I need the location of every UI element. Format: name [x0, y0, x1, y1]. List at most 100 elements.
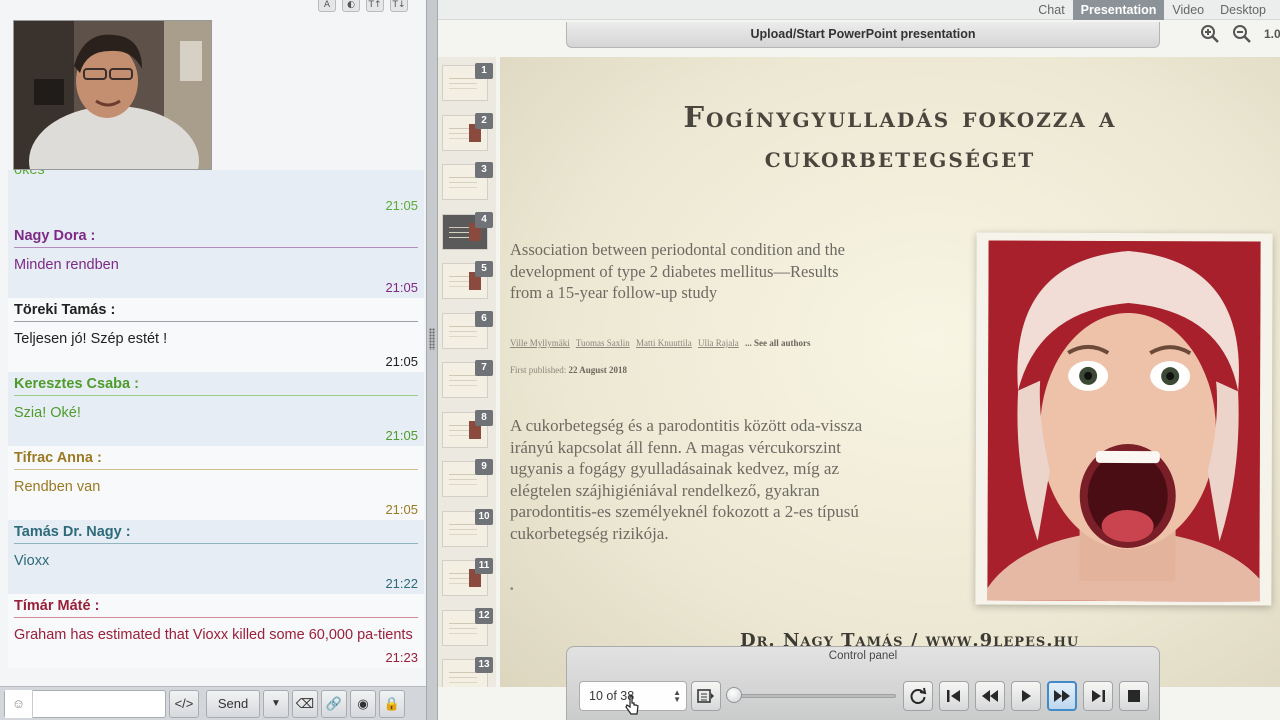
slide-thumbnail[interactable]: 4 — [442, 211, 493, 250]
slide-thumbnail[interactable]: 3 — [442, 162, 493, 200]
slide-thumbnail[interactable]: 7 — [442, 360, 493, 398]
thumbnail-number: 11 — [475, 558, 493, 574]
play-icon — [1022, 690, 1031, 702]
message-author: Keresztes Csaba : — [14, 372, 418, 396]
slide-thumbnail[interactable]: 9 — [442, 459, 493, 497]
tab-desktop[interactable]: Desktop — [1212, 0, 1274, 20]
chat-message: Tamás Dr. Nagy : Vioxx 21:22 — [8, 520, 424, 594]
slide-thumbnail[interactable]: 10 — [442, 508, 493, 547]
send-button[interactable]: Send — [206, 689, 260, 718]
message-text: Vioxx — [14, 553, 50, 569]
play-button[interactable] — [1011, 681, 1041, 711]
thumbnail-number: 10 — [475, 508, 493, 525]
slide-thumbnail[interactable]: 5 — [442, 261, 493, 299]
first-slide-button[interactable] — [939, 681, 969, 711]
panel-divider[interactable] — [426, 0, 438, 720]
slide-thumbnail[interactable]: 8 — [442, 409, 493, 448]
message-author: Töreki Tamás : — [14, 298, 418, 322]
slide-thumbnail[interactable]: 1 — [442, 63, 493, 101]
webcam-video — [13, 20, 212, 170]
reload-button[interactable] — [903, 681, 933, 711]
message-text: Graham has estimated that Vioxx killed s… — [14, 627, 413, 643]
paper-title: Association between periodontal conditio… — [510, 240, 845, 302]
message-text: Minden rendben — [14, 257, 119, 273]
message-time: 21:23 — [385, 650, 418, 665]
code-icon[interactable]: </> — [169, 689, 199, 718]
message-time: 21:05 — [385, 428, 418, 443]
stop-button[interactable] — [1119, 681, 1149, 711]
upload-presentation-button[interactable]: Upload/Start PowerPoint presentation — [566, 22, 1160, 48]
chat-input[interactable]: ☺ — [4, 689, 166, 718]
text-decrease-icon[interactable]: T↓ — [390, 0, 408, 12]
thumbnail-number: 6 — [475, 310, 493, 327]
thumbnail-preview — [449, 177, 477, 178]
message-time: 21:05 — [385, 354, 418, 369]
thumbnail-preview — [449, 325, 477, 327]
message-time: 21:05 — [385, 198, 418, 213]
zoom-out-icon[interactable] — [1232, 24, 1252, 44]
zoom-in-icon[interactable] — [1200, 24, 1220, 44]
progress-slider-handle[interactable] — [726, 687, 742, 703]
list-item: okés 21:05 — [8, 170, 424, 224]
message-author: Nagy Dora : — [14, 224, 418, 248]
stepper-arrows-icon: ▲ ▼ — [673, 688, 681, 704]
author-link: Ville Myllymäki — [510, 338, 570, 348]
thumbnail-number: 7 — [475, 360, 493, 376]
thumbnail-preview — [449, 474, 477, 475]
chat-message: Nagy Dora : Minden rendben 21:05 — [8, 224, 424, 298]
message-text: Rendben van — [14, 479, 101, 495]
slide-thumbnail[interactable]: 11 — [442, 558, 493, 596]
font-style-icon[interactable]: A — [318, 0, 336, 12]
notes-icon — [697, 689, 714, 703]
author-link: Tuomas Saxlin — [575, 338, 630, 348]
thumbnail-number: 1 — [475, 63, 493, 79]
tab-chat[interactable]: Chat — [1030, 0, 1072, 20]
slide-thumbnail[interactable]: 12 — [442, 607, 493, 646]
next-slide-button[interactable] — [1047, 681, 1077, 711]
slide-body-text: A cukorbetegség és a parodontitis között… — [510, 416, 863, 543]
text-increase-icon[interactable]: T↑ — [366, 0, 384, 12]
thumbnail-preview — [449, 523, 477, 525]
thumbnail-preview — [449, 375, 477, 376]
chat-input-bar: ☺ </> Send ▼ ⌫ 🔗 ◉ 🔒 — [0, 686, 426, 720]
screaming-woman-photo — [987, 240, 1261, 602]
slide-thumbnail[interactable]: 13 — [442, 657, 493, 687]
slide-thumbnail[interactable]: 2 — [442, 112, 493, 151]
progress-slider[interactable] — [732, 694, 896, 698]
stop-icon — [1128, 690, 1140, 702]
chat-message-list: okés 21:05 Nagy Dora : Minden rendben 21:0… — [8, 170, 424, 686]
thumbnail-preview — [449, 78, 477, 79]
message-author: Tamás Dr. Nagy : — [14, 520, 418, 544]
slide-bullet: • — [510, 584, 514, 595]
published-label: First published: — [510, 365, 567, 375]
tab-video[interactable]: Video — [1164, 0, 1212, 20]
send-options-dropdown-icon[interactable]: ▼ — [263, 689, 289, 718]
message-time: 21:22 — [385, 576, 418, 591]
tab-presentation[interactable]: Presentation — [1072, 0, 1165, 20]
link-icon[interactable]: 🔗 — [321, 689, 347, 718]
emoji-icon[interactable]: ☺ — [5, 689, 33, 718]
previous-slide-button[interactable] — [975, 681, 1005, 711]
published-value: 22 August 2018 — [568, 365, 628, 375]
message-time: 21:05 — [385, 280, 418, 295]
notes-toggle-button[interactable] — [691, 681, 721, 711]
chat-message: Töreki Tamás : Teljesen jó! Szép estét ! 2… — [8, 298, 424, 372]
zoom-tools: 1.0 — [1200, 24, 1280, 44]
slide-canvas: Fogínygyulladás fokozza a cukorbetegsége… — [500, 57, 1280, 687]
color-icon[interactable]: ◐ — [342, 0, 360, 12]
eye-icon[interactable]: ◉ — [350, 689, 376, 718]
control-panel: Control panel 10 of 38 ▲ ▼ — [566, 646, 1160, 720]
last-slide-button[interactable] — [1083, 681, 1113, 711]
author-list: Ville Myllymäki Tuomas Saxlin Matti Knuu… — [510, 338, 811, 348]
presentation-area: Chat Presentation Video Desktop Upload/Star… — [438, 0, 1280, 720]
eraser-icon[interactable]: ⌫ — [292, 689, 318, 718]
divider-grip-icon[interactable] — [429, 328, 435, 350]
thumbnail-number: 3 — [475, 162, 493, 178]
thumbnail-number: 2 — [475, 112, 493, 129]
author-link: Ulla Rajala — [698, 338, 739, 348]
chat-panel: A ◐ T↑ T↓ okés 21:05 Nagy Dora : Minden r… — [0, 0, 426, 720]
slide-thumbnail[interactable]: 6 — [442, 310, 493, 349]
lock-icon[interactable]: 🔒 — [379, 689, 405, 718]
thumbnail-preview — [449, 622, 477, 624]
slide-photo-frame — [975, 232, 1273, 606]
